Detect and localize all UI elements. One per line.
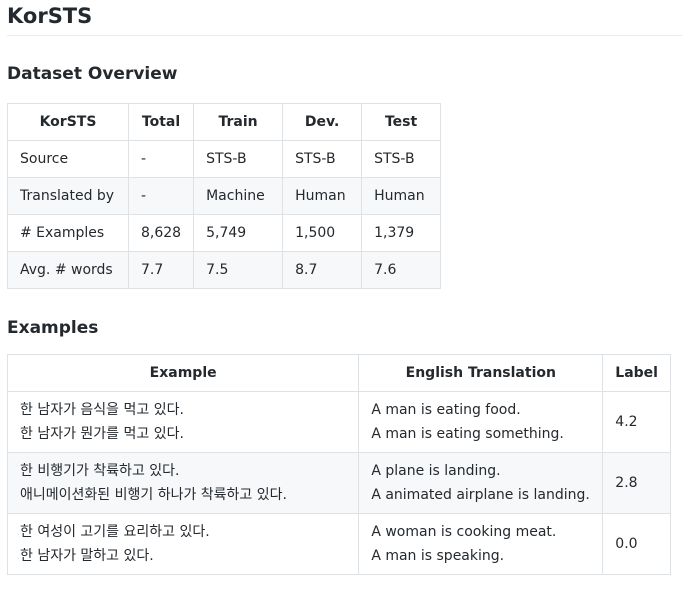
korean-sentence: 한 남자가 말하고 있다. — [20, 548, 154, 564]
table-cell: - — [127, 177, 195, 215]
example-korean-cell: 한 비행기가 착륙하고 있다. 애니메이션화된 비행기 하나가 착륙하고 있다. — [6, 452, 360, 514]
dataset-overview-table: KorSTS Total Train Dev. Test Source - ST… — [7, 103, 442, 289]
table-cell: Translated by — [7, 177, 129, 215]
table-row-avg-words: Avg. # words 7.7 7.5 8.7 7.6 — [7, 251, 442, 289]
table-cell: Human — [361, 177, 442, 215]
example-label-cell: 4.2 — [602, 391, 671, 453]
examples-table: Example English Translation Label 한 남자가 … — [6, 354, 671, 575]
example-label-cell: 0.0 — [602, 513, 671, 575]
english-sentence: A man is speaking. — [371, 548, 505, 564]
example-korean-cell: 한 여성이 고기를 요리하고 있다. 한 남자가 말하고 있다. — [6, 513, 360, 575]
korean-sentence: 한 남자가 음식을 먹고 있다. — [20, 402, 184, 418]
table-cell: STS-B — [193, 140, 284, 178]
table-cell: 5,749 — [193, 214, 284, 252]
table-cell: # Examples — [7, 214, 129, 252]
column-header-example: Example — [6, 354, 360, 392]
example-korean-cell: 한 남자가 음식을 먹고 있다. 한 남자가 뭔가를 먹고 있다. — [6, 391, 360, 453]
table-cell: 7.6 — [361, 251, 442, 289]
korean-sentence: 한 여성이 고기를 요리하고 있다. — [20, 524, 210, 540]
english-sentence: A plane is landing. — [371, 463, 501, 479]
table-cell: Avg. # words — [7, 251, 129, 289]
table-row: 한 여성이 고기를 요리하고 있다. 한 남자가 말하고 있다. A woman… — [6, 513, 671, 575]
table-cell: Human — [282, 177, 363, 215]
example-english-cell: A woman is cooking meat. A man is speaki… — [358, 513, 604, 575]
column-header-train: Train — [193, 103, 284, 141]
korean-sentence: 한 비행기가 착륙하고 있다. — [20, 463, 180, 479]
english-sentence: A woman is cooking meat. — [371, 524, 557, 540]
column-header-label: Label — [602, 354, 671, 392]
example-english-cell: A plane is landing. A animated airplane … — [358, 452, 604, 514]
table-cell: 1,500 — [282, 214, 363, 252]
table-cell: 8.7 — [282, 251, 363, 289]
table-header-row: KorSTS Total Train Dev. Test — [7, 103, 442, 141]
table-cell: Machine — [193, 177, 284, 215]
column-header-dev: Dev. — [282, 103, 363, 141]
table-header-row: Example English Translation Label — [6, 354, 671, 392]
column-header-korsts: KorSTS — [7, 103, 129, 141]
table-cell: STS-B — [361, 140, 442, 178]
dataset-overview-heading: Dataset Overview — [7, 64, 178, 84]
table-cell: 8,628 — [127, 214, 195, 252]
column-header-total: Total — [127, 103, 195, 141]
korean-sentence: 한 남자가 뭔가를 먹고 있다. — [20, 426, 184, 442]
column-header-test: Test — [361, 103, 442, 141]
table-cell: 7.7 — [127, 251, 195, 289]
english-sentence: A man is eating food. — [371, 402, 521, 418]
example-english-cell: A man is eating food. A man is eating so… — [358, 391, 604, 453]
table-cell: 7.5 — [193, 251, 284, 289]
table-row: 한 남자가 음식을 먹고 있다. 한 남자가 뭔가를 먹고 있다. A man … — [6, 391, 671, 453]
page-title: KorSTS — [7, 0, 682, 36]
column-header-english-translation: English Translation — [358, 354, 604, 392]
table-row-source: Source - STS-B STS-B STS-B — [7, 140, 442, 178]
korean-sentence: 애니메이션화된 비행기 하나가 착륙하고 있다. — [20, 487, 287, 503]
table-cell: - — [127, 140, 195, 178]
markdown-body: KorSTS Dataset Overview KorSTS Total Tra… — [6, 0, 682, 575]
example-label-cell: 2.8 — [602, 452, 671, 514]
table-row-translated-by: Translated by - Machine Human Human — [7, 177, 442, 215]
examples-heading: Examples — [7, 318, 99, 338]
table-cell: Source — [7, 140, 129, 178]
english-sentence: A animated airplane is landing. — [371, 487, 590, 503]
table-row-examples-count: # Examples 8,628 5,749 1,500 1,379 — [7, 214, 442, 252]
table-cell: STS-B — [282, 140, 363, 178]
table-cell: 1,379 — [361, 214, 442, 252]
english-sentence: A man is eating something. — [371, 426, 564, 442]
table-row: 한 비행기가 착륙하고 있다. 애니메이션화된 비행기 하나가 착륙하고 있다.… — [6, 452, 671, 514]
